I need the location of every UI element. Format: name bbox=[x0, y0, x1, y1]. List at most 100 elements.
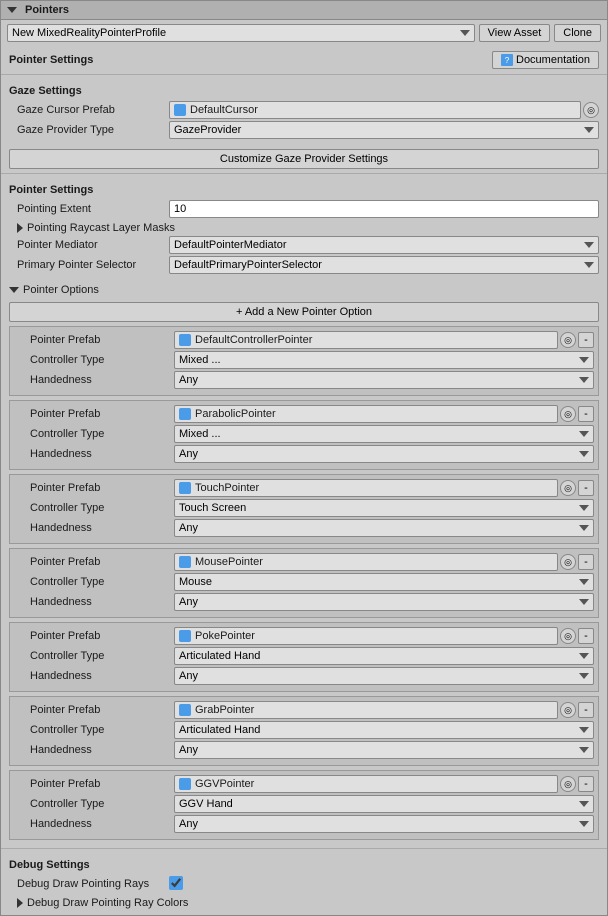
handedness-value-5: Any bbox=[174, 741, 594, 759]
controller-type-dropdown-0[interactable]: Mixed ... bbox=[174, 351, 594, 369]
pointing-raycast-row[interactable]: Pointing Raycast Layer Masks bbox=[9, 220, 599, 236]
pointer-prefab-select-btn-3[interactable]: ◎ bbox=[560, 554, 576, 570]
pointer-option-group-3: Pointer Prefab MousePointer ◎ - Controll… bbox=[9, 548, 599, 618]
controller-type-row-1: Controller Type Mixed ... bbox=[14, 425, 594, 443]
view-asset-button[interactable]: View Asset bbox=[479, 24, 551, 42]
controller-type-dropdown-1[interactable]: Mixed ... bbox=[174, 425, 594, 443]
main-panel: Pointers New MixedRealityPointerProfile … bbox=[0, 0, 608, 916]
pointer-prefab-label-2: Pointer Prefab bbox=[14, 482, 174, 494]
handedness-label-3: Handedness bbox=[14, 596, 174, 608]
pointer-options-title: Pointer Options bbox=[23, 284, 99, 296]
pointer-option-remove-btn-0[interactable]: - bbox=[578, 332, 594, 348]
handedness-value-6: Any bbox=[174, 815, 594, 833]
add-pointer-option-button[interactable]: + Add a New Pointer Option bbox=[9, 302, 599, 322]
handedness-dropdown-4[interactable]: Any bbox=[174, 667, 594, 685]
pointer-prefab-field-value-0: DefaultControllerPointer bbox=[174, 331, 558, 349]
pointer-prefab-select-btn-0[interactable]: ◎ bbox=[560, 332, 576, 348]
controller-type-dropdown-4[interactable]: Articulated Hand bbox=[174, 647, 594, 665]
pointer-prefab-select-btn-4[interactable]: ◎ bbox=[560, 628, 576, 644]
pointer-prefab-object-field-4: PokePointer ◎ - bbox=[174, 627, 594, 645]
pointer-option-group-1: Pointer Prefab ParabolicPointer ◎ - Cont… bbox=[9, 400, 599, 470]
pointer-prefab-select-btn-5[interactable]: ◎ bbox=[560, 702, 576, 718]
debug-ray-colors-expand-icon bbox=[17, 898, 23, 908]
pointer-prefab-field-value-1: ParabolicPointer bbox=[174, 405, 558, 423]
handedness-dropdown-2[interactable]: Any bbox=[174, 519, 594, 537]
pointer-option-remove-btn-6[interactable]: - bbox=[578, 776, 594, 792]
pointer-prefab-label-4: Pointer Prefab bbox=[14, 630, 174, 642]
controller-type-row-5: Controller Type Articulated Hand bbox=[14, 721, 594, 739]
primary-pointer-selector-dropdown[interactable]: DefaultPrimaryPointerSelector bbox=[169, 256, 599, 274]
pointer-option-remove-btn-2[interactable]: - bbox=[578, 480, 594, 496]
debug-draw-rays-value bbox=[169, 876, 599, 893]
debug-draw-ray-colors-row[interactable]: Debug Draw Pointing Ray Colors bbox=[9, 895, 599, 911]
handedness-row-0: Handedness Any bbox=[14, 371, 594, 389]
controller-type-dropdown-6[interactable]: GGV Hand bbox=[174, 795, 594, 813]
debug-settings-section: Debug Settings Debug Draw Pointing Rays … bbox=[1, 851, 607, 915]
handedness-dropdown-1[interactable]: Any bbox=[174, 445, 594, 463]
pointing-extent-input[interactable] bbox=[169, 200, 599, 218]
debug-settings-title: Debug Settings bbox=[9, 859, 599, 871]
pointer-prefab-value-5: GrabPointer ◎ - bbox=[174, 701, 594, 719]
pointer-prefab-label-0: Pointer Prefab bbox=[14, 334, 174, 346]
controller-type-dropdown-2[interactable]: Touch Screen bbox=[174, 499, 594, 517]
pointer-prefab-icon-5 bbox=[179, 704, 191, 716]
controller-type-label-6: Controller Type bbox=[14, 798, 174, 810]
clone-button[interactable]: Clone bbox=[554, 24, 601, 42]
gaze-cursor-text: DefaultCursor bbox=[190, 104, 258, 116]
handedness-label-0: Handedness bbox=[14, 374, 174, 386]
gaze-cursor-object-field: DefaultCursor ◎ bbox=[169, 101, 599, 119]
pointer-option-group-0: Pointer Prefab DefaultControllerPointer … bbox=[9, 326, 599, 396]
pointer-prefab-select-btn-2[interactable]: ◎ bbox=[560, 480, 576, 496]
handedness-value-3: Any bbox=[174, 593, 594, 611]
pointer-prefab-text-0: DefaultControllerPointer bbox=[195, 334, 312, 346]
debug-draw-rays-label: Debug Draw Pointing Rays bbox=[9, 878, 169, 890]
pointer-prefab-field-value-6: GGVPointer bbox=[174, 775, 558, 793]
pointer-option-remove-btn-3[interactable]: - bbox=[578, 554, 594, 570]
pointer-option-group-4: Pointer Prefab PokePointer ◎ - Controlle… bbox=[9, 622, 599, 692]
gaze-provider-type-dropdown[interactable]: GazeProvider bbox=[169, 121, 599, 139]
controller-type-dropdown-3[interactable]: Mouse bbox=[174, 573, 594, 591]
pointer-option-remove-btn-1[interactable]: - bbox=[578, 406, 594, 422]
pointer-prefab-select-btn-6[interactable]: ◎ bbox=[560, 776, 576, 792]
pointer-prefab-field-value-3: MousePointer bbox=[174, 553, 558, 571]
pointer-prefab-text-4: PokePointer bbox=[195, 630, 255, 642]
doc-icon: ? bbox=[501, 54, 513, 66]
primary-pointer-selector-value: DefaultPrimaryPointerSelector bbox=[169, 256, 599, 274]
documentation-button[interactable]: ? Documentation bbox=[492, 51, 599, 69]
primary-pointer-selector-label: Primary Pointer Selector bbox=[9, 259, 169, 271]
controller-type-value-2: Touch Screen bbox=[174, 499, 594, 517]
pointer-mediator-dropdown[interactable]: DefaultPointerMediator bbox=[169, 236, 599, 254]
pointer-option-remove-btn-5[interactable]: - bbox=[578, 702, 594, 718]
customize-gaze-button[interactable]: Customize Gaze Provider Settings bbox=[9, 149, 599, 169]
pointer-prefab-label-5: Pointer Prefab bbox=[14, 704, 174, 716]
controller-type-value-3: Mouse bbox=[174, 573, 594, 591]
controller-type-dropdown-5[interactable]: Articulated Hand bbox=[174, 721, 594, 739]
pointer-prefab-label-3: Pointer Prefab bbox=[14, 556, 174, 568]
controller-type-value-5: Articulated Hand bbox=[174, 721, 594, 739]
pointer-settings-section-title: Pointer Settings bbox=[9, 184, 599, 196]
pointer-mediator-row: Pointer Mediator DefaultPointerMediator bbox=[9, 236, 599, 254]
debug-draw-rays-row: Debug Draw Pointing Rays bbox=[9, 875, 599, 893]
pointer-prefab-icon-4 bbox=[179, 630, 191, 642]
handedness-dropdown-0[interactable]: Any bbox=[174, 371, 594, 389]
panel-title: Pointers bbox=[25, 4, 601, 16]
controller-type-value-1: Mixed ... bbox=[174, 425, 594, 443]
pointer-option-remove-btn-4[interactable]: - bbox=[578, 628, 594, 644]
handedness-dropdown-3[interactable]: Any bbox=[174, 593, 594, 611]
handedness-dropdown-6[interactable]: Any bbox=[174, 815, 594, 833]
handedness-dropdown-5[interactable]: Any bbox=[174, 741, 594, 759]
gaze-cursor-field-value: DefaultCursor bbox=[169, 101, 581, 119]
pointer-prefab-select-btn-1[interactable]: ◎ bbox=[560, 406, 576, 422]
handedness-row-6: Handedness Any bbox=[14, 815, 594, 833]
pointer-options-list: Pointer Prefab DefaultControllerPointer … bbox=[1, 326, 607, 840]
pointer-prefab-icon-0 bbox=[179, 334, 191, 346]
pointer-prefab-label-1: Pointer Prefab bbox=[14, 408, 174, 420]
pointer-prefab-object-field-2: TouchPointer ◎ - bbox=[174, 479, 594, 497]
pointer-prefab-icon-6 bbox=[179, 778, 191, 790]
controller-type-row-3: Controller Type Mouse bbox=[14, 573, 594, 591]
gaze-cursor-select-btn[interactable]: ◎ bbox=[583, 102, 599, 118]
pointer-prefab-field-value-2: TouchPointer bbox=[174, 479, 558, 497]
debug-draw-rays-checkbox[interactable] bbox=[169, 876, 183, 890]
pointer-prefab-icon-3 bbox=[179, 556, 191, 568]
profile-dropdown[interactable]: New MixedRealityPointerProfile bbox=[7, 24, 475, 42]
